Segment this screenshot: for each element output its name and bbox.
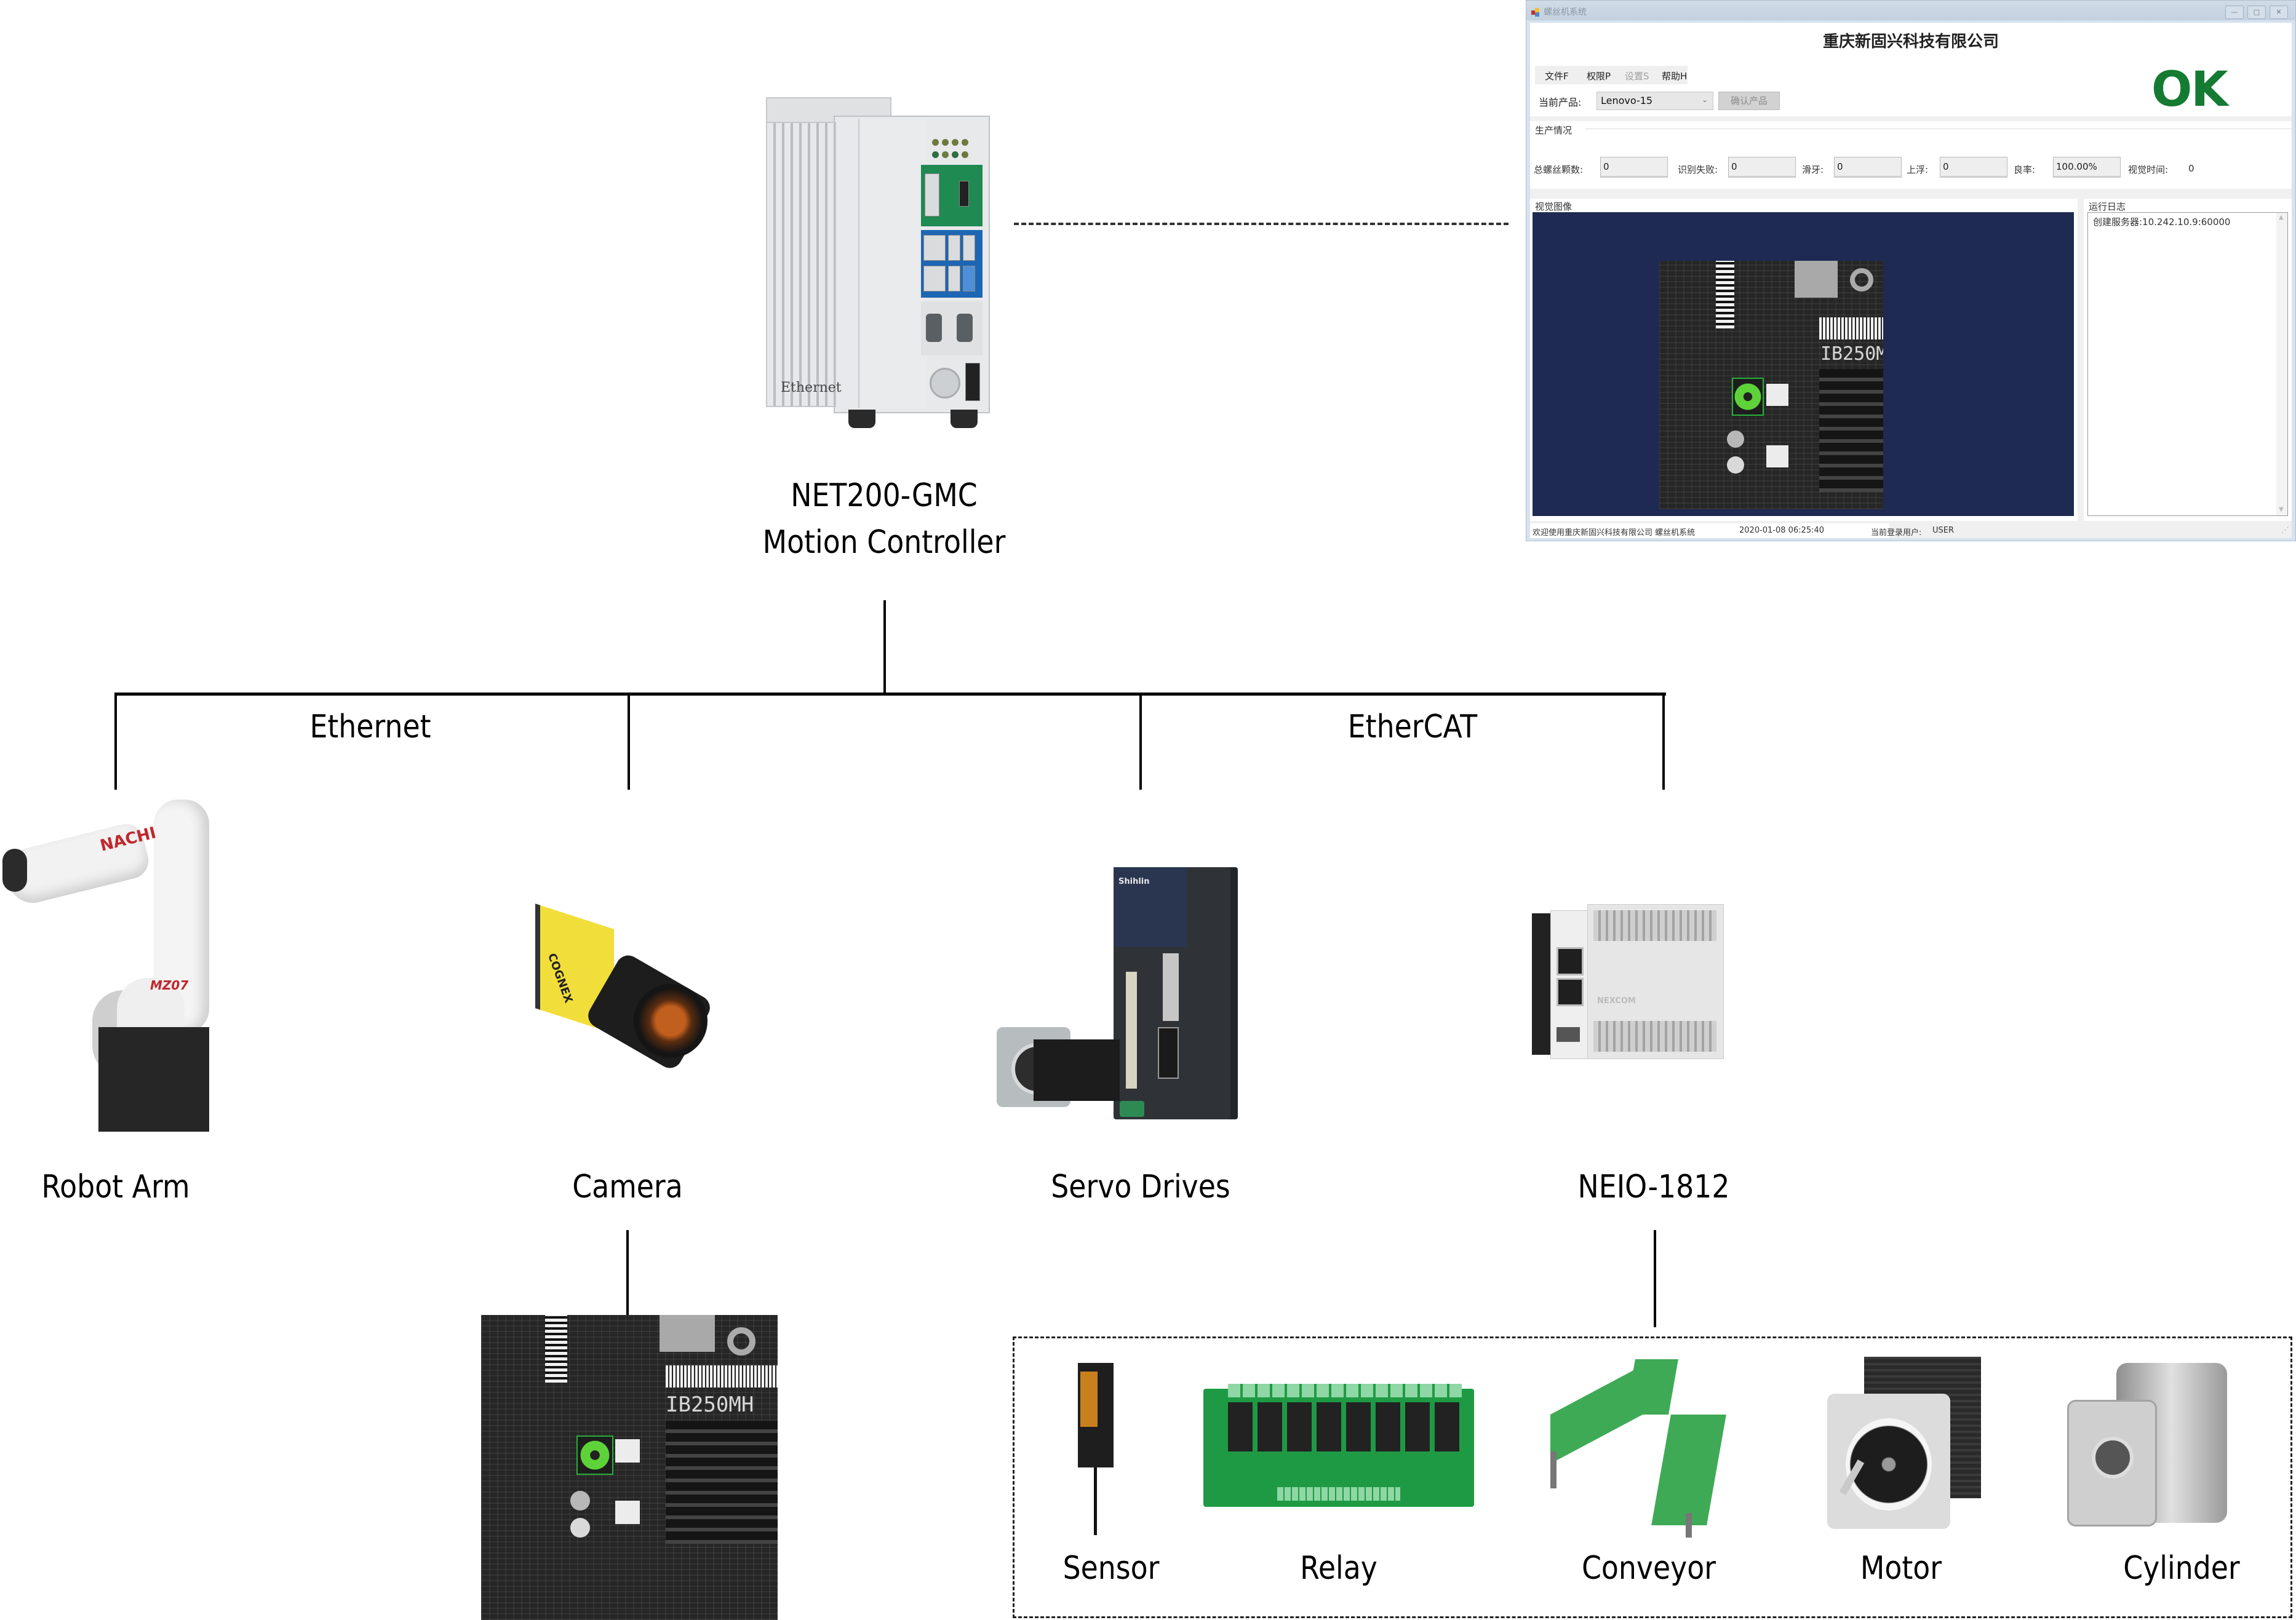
drop-line-servo	[1139, 693, 1142, 790]
scroll-up-icon[interactable]: ▲	[2279, 214, 2284, 221]
status-user-label: 当前登录用户:	[1871, 528, 1922, 538]
io-label-motor: Motor	[1860, 1550, 1942, 1587]
device-label-text: Ethernet	[781, 380, 842, 395]
status-datetime: 2020-01-08 06:25:40	[1739, 526, 1825, 535]
io-brand-text: NEXCOM	[1597, 996, 1636, 1006]
device-label-neio-1812: NEIO-1812	[1577, 1169, 1730, 1205]
display-ports-panel	[921, 165, 983, 226]
vision-image-text: IB250MH	[1820, 343, 1883, 365]
menu-file[interactable]: 文件F	[1545, 69, 1569, 82]
bus-label-ethercat: EtherCAT	[1347, 709, 1478, 745]
window-title: 螺丝机系统	[1544, 7, 1587, 17]
maximize-button[interactable]: □	[2247, 6, 2266, 19]
motor-image	[1821, 1357, 1999, 1535]
chevron-down-icon: ⌄	[1701, 95, 1708, 104]
resize-grip-icon[interactable]: ⋰	[2281, 526, 2289, 535]
io-label-relay: Relay	[1300, 1550, 1377, 1587]
production-title: 生产情况	[1535, 125, 1573, 136]
vision-pcb-image: IB250MH	[1659, 261, 1883, 509]
header-panel: 重庆新固兴科技有限公司 文件F 权限P 设置S 帮助H 当前产品: Lenovo…	[1530, 23, 2292, 117]
camera-image: COGNEX	[529, 903, 720, 1073]
status-user: USER	[1932, 526, 1955, 535]
heatsink-fins	[766, 122, 836, 407]
controller-type: Motion Controller	[762, 524, 1006, 561]
camera-image-line	[626, 1230, 629, 1317]
trunk-line	[883, 600, 886, 694]
vision-panel: 视觉图像 IB250MH	[1530, 199, 2078, 521]
robot-arm-image: NACHI MZ07	[0, 793, 221, 1138]
confirm-product-button[interactable]: 确认产品	[1718, 92, 1780, 110]
relay-image	[1203, 1384, 1474, 1507]
bus-label-ethernet: Ethernet	[309, 709, 431, 745]
minimize-button[interactable]: —	[2225, 6, 2244, 19]
window-client-area: 重庆新固兴科技有限公司 文件F 权限P 设置S 帮助H 当前产品: Lenovo…	[1530, 23, 2292, 538]
status-bar: 欢迎使用重庆新固兴科技有限公司 螺丝机系统 2020-01-08 06:25:4…	[1530, 523, 2292, 538]
log-title: 运行日志	[2089, 201, 2126, 212]
captured-pcb-image: IB250MH	[481, 1315, 778, 1620]
device-label-robot-arm: Robot Arm	[41, 1169, 190, 1205]
bus-line	[114, 693, 1666, 696]
menu-permission[interactable]: 权限P	[1587, 69, 1611, 82]
log-panel: 运行日志 创建服务器:10.242.10.9:60000 ▲ ▼	[2084, 199, 2292, 521]
stat-field-yield[interactable]: 100.00%	[2053, 157, 2121, 178]
captured-image-text: IB250MH	[666, 1392, 754, 1417]
io-label-conveyor: Conveyor	[1581, 1550, 1716, 1587]
log-textbox[interactable]: 创建服务器:10.242.10.9:60000 ▲ ▼	[2087, 212, 2288, 516]
vision-time-label: 视觉时间:	[2128, 164, 2169, 175]
stat-field-recog-fail[interactable]: 0	[1728, 157, 1796, 178]
robot-model-text: MZ07	[150, 978, 189, 993]
power-button-icon	[930, 368, 960, 399]
product-select[interactable]: Lenovo-15 ⌄	[1596, 92, 1713, 110]
production-panel: 生产情况 总螺丝颗数: 0 识别失败: 0 滑牙: 0 上浮: 0 良率: 10…	[1530, 121, 2292, 189]
expansion-cover	[858, 119, 927, 408]
lan-usb-ports-panel	[921, 230, 983, 298]
menu-help[interactable]: 帮助H	[1662, 69, 1687, 82]
motion-controller-device: Ethernet	[766, 97, 990, 442]
io-group-line	[1654, 1230, 1656, 1327]
servo-drive-image: Shihlin	[997, 836, 1286, 1126]
stat-field-stripped[interactable]: 0	[1834, 157, 1902, 178]
stat-field-total[interactable]: 0	[1600, 157, 1668, 178]
result-status: OK	[2151, 62, 2228, 117]
company-title: 重庆新固兴科技有限公司	[1822, 33, 1999, 51]
controller-name: NET200-GMC	[791, 477, 978, 514]
stat-label-stripped: 滑牙:	[1802, 164, 1824, 175]
vision-title: 视觉图像	[1535, 201, 1573, 212]
stat-label-recog-fail: 识别失败:	[1678, 164, 1718, 175]
cylinder-image	[2067, 1357, 2239, 1535]
servo-brand-text: Shihlin	[1118, 877, 1150, 886]
conveyor-image	[1538, 1353, 1772, 1538]
menu-settings[interactable]: 设置S	[1625, 69, 1649, 82]
window-titlebar[interactable]: 螺丝机系统 — □ ✕	[1526, 1, 2295, 20]
status-welcome: 欢迎使用重庆新固兴科技有限公司 螺丝机系统	[1533, 528, 1696, 538]
log-line: 创建服务器:10.242.10.9:60000	[2093, 216, 2231, 228]
detection-box-icon	[1732, 378, 1764, 416]
stat-label-yield: 良率:	[2014, 164, 2036, 175]
product-label: 当前产品:	[1539, 97, 1582, 108]
log-scrollbar[interactable]: ▲ ▼	[2276, 213, 2287, 515]
io-module-image: NEXCOM	[1532, 892, 1778, 1076]
controller-to-app-link	[1014, 223, 1509, 225]
detection-box-icon	[576, 1435, 613, 1475]
product-select-value: Lenovo-15	[1601, 95, 1653, 106]
close-button[interactable]: ✕	[2270, 6, 2288, 19]
drop-line-robot	[114, 693, 117, 790]
drop-line-neio	[1662, 693, 1665, 790]
stat-label-floating: 上浮:	[1907, 164, 1929, 175]
drop-line-camera	[628, 693, 630, 790]
sensor-image	[1078, 1357, 1115, 1535]
scroll-down-icon[interactable]: ▼	[2279, 506, 2284, 513]
screw-machine-app-window: 螺丝机系统 — □ ✕ 重庆新固兴科技有限公司 文件F 权限P 设置S 帮助H …	[1526, 0, 2296, 541]
io-label-cylinder: Cylinder	[2123, 1550, 2240, 1587]
com-ports-panel	[921, 301, 983, 355]
app-icon	[1531, 8, 1540, 17]
stat-field-floating[interactable]: 0	[1940, 157, 2007, 178]
vision-canvas[interactable]: IB250MH	[1533, 212, 2074, 516]
menu-bar: 文件F 权限P 设置S 帮助H	[1535, 66, 1688, 84]
stat-label-total: 总螺丝颗数:	[1534, 164, 1584, 175]
vision-time-value: 0	[2188, 163, 2194, 174]
device-label-servo-drives: Servo Drives	[1051, 1169, 1230, 1205]
io-label-sensor: Sensor	[1062, 1550, 1160, 1587]
device-label-camera: Camera	[572, 1169, 683, 1205]
